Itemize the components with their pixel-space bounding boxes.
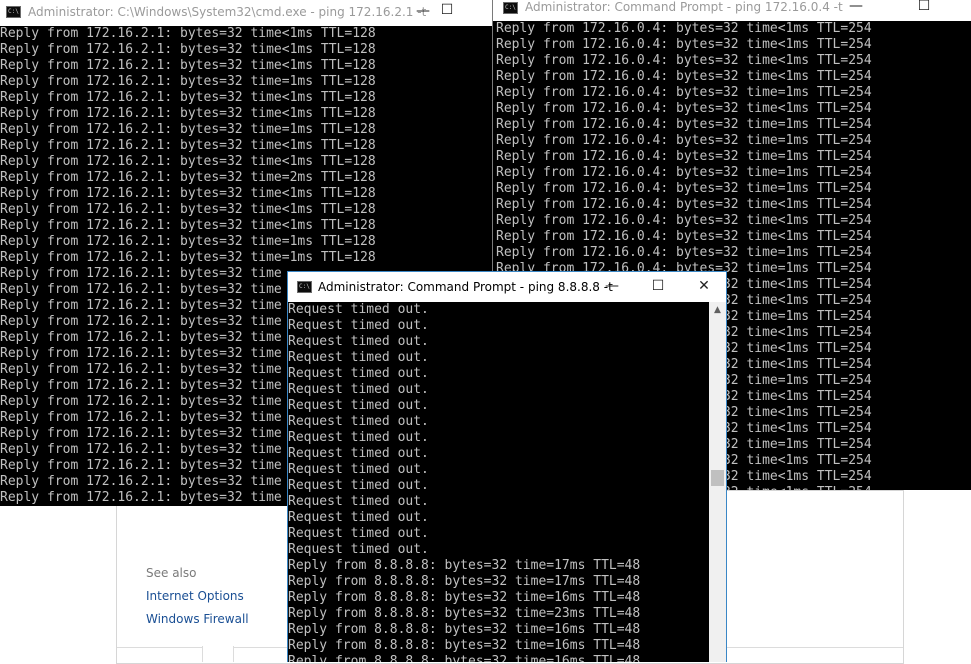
console-line: Request timed out. — [288, 510, 429, 525]
console-line: Reply from 8.8.8.8: bytes=32 time=23ms T… — [288, 606, 641, 621]
internet-options-link[interactable]: Internet Options — [146, 589, 244, 603]
console-line: Request timed out. — [288, 366, 429, 381]
minimize-button[interactable]: — — [833, 0, 879, 16]
console-line: Reply from 8.8.8.8: bytes=32 time=17ms T… — [288, 558, 641, 573]
cmd-window-ping-8-8-8-8[interactable]: Administrator: Command Prompt - ping 8.8… — [287, 271, 727, 662]
console-line: Reply from 172.16.2.1: bytes=32 time<1ms… — [0, 154, 376, 169]
console-line: Request timed out. — [288, 302, 429, 317]
console-line: Reply from 172.16.2.1: bytes=32 time<1ms… — [0, 218, 376, 233]
console-line: Reply from 172.16.2.1: bytes=32 time=1ms… — [0, 234, 376, 249]
console-line: Request timed out. — [288, 526, 429, 541]
console-line: Reply from 172.16.0.4: bytes=32 time<1ms… — [496, 37, 872, 52]
console-line: Reply from 172.16.2.1: bytes=32 time=1ms… — [0, 74, 376, 89]
console-line: Reply from 172.16.0.4: bytes=32 time<1ms… — [496, 53, 872, 68]
window-title: Administrator: C:\Windows\System32\cmd.e… — [28, 5, 427, 19]
console-line: Reply from 8.8.8.8: bytes=32 time=16ms T… — [288, 590, 641, 605]
console-output[interactable]: Request timed out. Request timed out. Requ… — [288, 302, 709, 662]
console-line: Reply from 172.16.0.4: bytes=32 time<1ms… — [496, 229, 872, 244]
console-line: Reply from 172.16.0.4: bytes=32 time=1ms… — [496, 117, 872, 132]
see-also-heading: See also — [146, 566, 197, 580]
console-line: Reply from 172.16.0.4: bytes=32 time=1ms… — [496, 165, 872, 180]
console-line: Request timed out. — [288, 318, 429, 333]
console-line: Request timed out. — [288, 414, 429, 429]
window-title: Administrator: Command Prompt - ping 8.8… — [318, 280, 613, 294]
console-line: Reply from 172.16.0.4: bytes=32 time=1ms… — [496, 149, 872, 164]
console-line: Reply from 172.16.0.4: bytes=32 time<1ms… — [496, 213, 872, 228]
console-line: Reply from 172.16.2.1: bytes=32 time<1ms… — [0, 26, 376, 41]
maximize-button[interactable]: ☐ — [424, 0, 470, 25]
vertical-scrollbar[interactable]: ▲ — [709, 302, 726, 662]
console-line: Request timed out. — [288, 478, 429, 493]
cmd-icon — [297, 281, 312, 293]
window-title: Administrator: Command Prompt - ping 172… — [525, 0, 843, 14]
title-bar[interactable]: Administrator: Command Prompt - ping 8.8… — [288, 272, 726, 302]
console-line: Reply from 172.16.0.4: bytes=32 time<1ms… — [496, 69, 872, 84]
windows-firewall-link[interactable]: Windows Firewall — [146, 612, 249, 626]
console-line: Reply from 172.16.0.4: bytes=32 time=1ms… — [496, 181, 872, 196]
title-bar[interactable]: Administrator: Command Prompt - ping 172… — [493, 0, 971, 21]
close-button[interactable]: ✕ — [681, 272, 727, 302]
scroll-up-arrow-icon[interactable]: ▲ — [709, 302, 726, 319]
cmd-icon — [6, 6, 21, 18]
console-line: Reply from 172.16.0.4: bytes=32 time<1ms… — [496, 101, 872, 116]
console-line: Reply from 172.16.2.1: bytes=32 time<1ms… — [0, 106, 376, 121]
console-line: Reply from 8.8.8.8: bytes=32 time=17ms T… — [288, 574, 641, 589]
console-line: Reply from 8.8.8.8: bytes=32 time=16ms T… — [288, 622, 641, 637]
console-line: Request timed out. — [288, 430, 429, 445]
console-line: Reply from 8.8.8.8: bytes=32 time=16ms T… — [288, 654, 641, 662]
console-line: Reply from 172.16.2.1: bytes=32 time<1ms… — [0, 58, 376, 73]
console-line: Reply from 172.16.2.1: bytes=32 time=2ms… — [0, 170, 376, 185]
background-strip — [202, 646, 234, 662]
console-line: Request timed out. — [288, 398, 429, 413]
console-line: Request timed out. — [288, 334, 429, 349]
console-line: Reply from 172.16.2.1: bytes=32 time=1ms… — [0, 122, 376, 137]
console-line: Reply from 172.16.0.4: bytes=32 time=1ms… — [496, 85, 872, 100]
title-bar[interactable]: Administrator: C:\Windows\System32\cmd.e… — [0, 0, 492, 26]
maximize-button[interactable]: ☐ — [635, 272, 681, 302]
console-line: Reply from 172.16.2.1: bytes=32 time<1ms… — [0, 90, 376, 105]
console-line: Reply from 8.8.8.8: bytes=32 time=16ms T… — [288, 638, 641, 653]
console-line: Reply from 172.16.0.4: bytes=32 time<1ms… — [496, 21, 872, 36]
scrollbar-thumb[interactable] — [711, 470, 724, 486]
console-line: Reply from 172.16.0.4: bytes=32 time<1ms… — [496, 197, 872, 212]
console-line: Reply from 172.16.0.4: bytes=32 time=1ms… — [496, 245, 872, 260]
console-line: Reply from 172.16.2.1: bytes=32 time<1ms… — [0, 42, 376, 57]
console-line: Request timed out. — [288, 382, 429, 397]
console-line: Reply from 172.16.0.4: bytes=32 time=1ms… — [496, 133, 872, 148]
console-line: Reply from 172.16.2.1: bytes=32 time<1ms… — [0, 138, 376, 153]
maximize-button[interactable]: ☐ — [901, 0, 947, 16]
console-line: Request timed out. — [288, 542, 429, 557]
console-line: Request timed out. — [288, 462, 429, 477]
cmd-icon — [503, 2, 518, 14]
console-line: Request timed out. — [288, 446, 429, 461]
console-line: Request timed out. — [288, 494, 429, 509]
console-line: Request timed out. — [288, 350, 429, 365]
console-line: Reply from 172.16.2.1: bytes=32 time<1ms… — [0, 202, 376, 217]
minimize-button[interactable]: — — [589, 272, 635, 302]
console-line: Reply from 172.16.2.1: bytes=32 time=1ms… — [0, 250, 376, 265]
console-line: Reply from 172.16.2.1: bytes=32 time<1ms… — [0, 186, 376, 201]
